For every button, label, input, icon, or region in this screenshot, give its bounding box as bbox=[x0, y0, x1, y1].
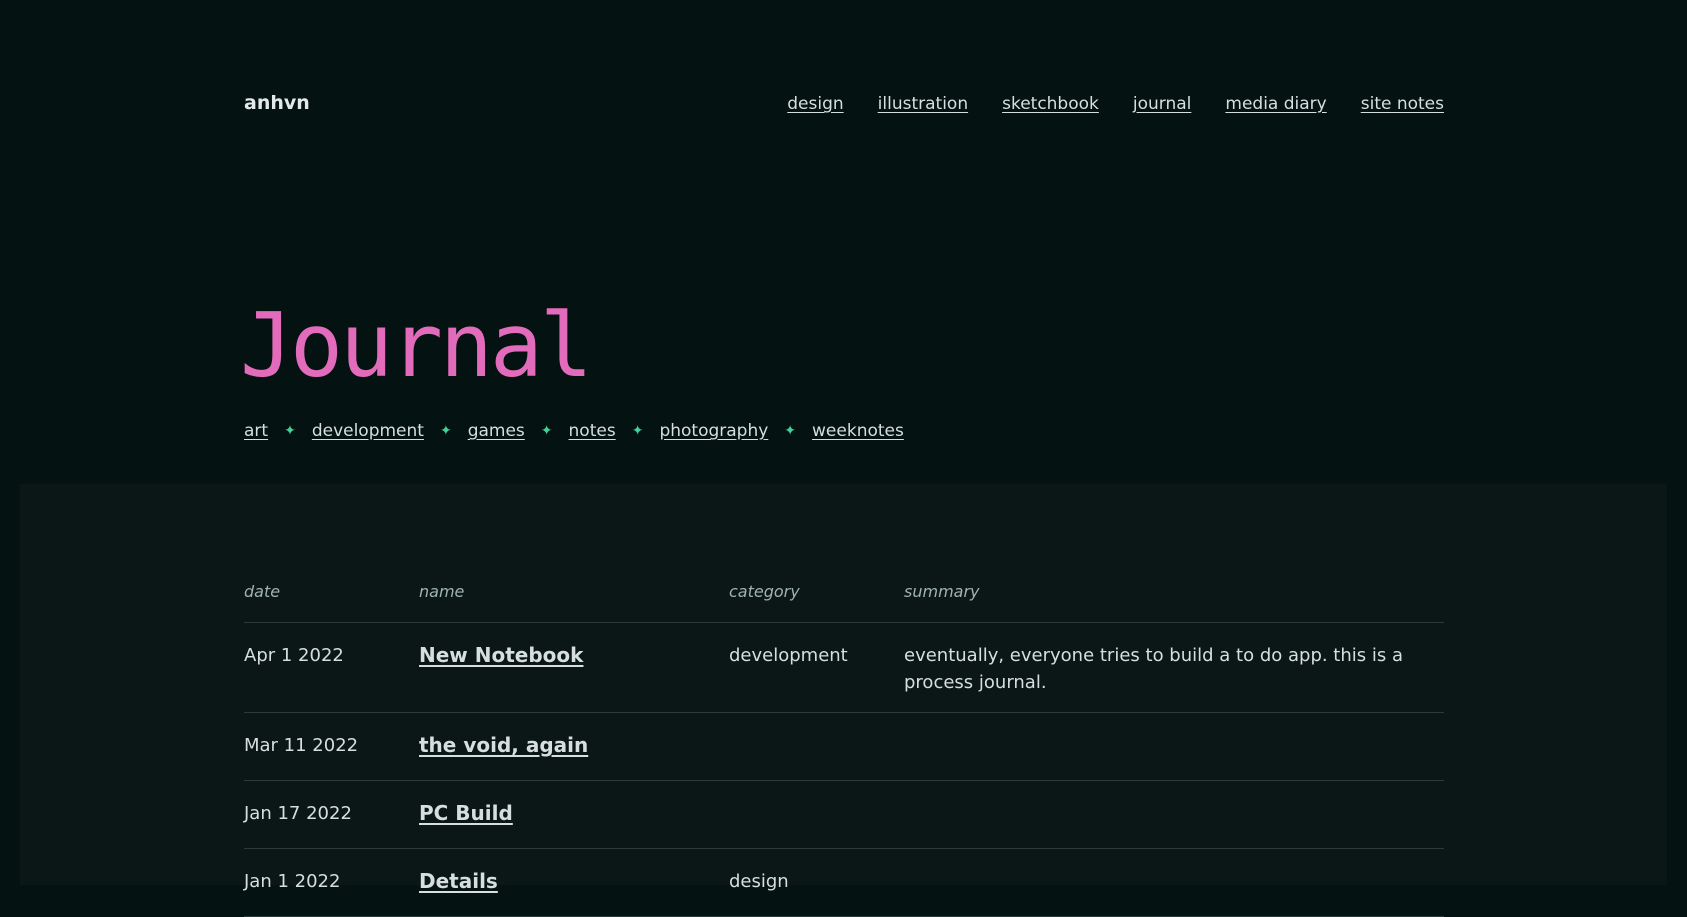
entry-name: New Notebook bbox=[419, 642, 729, 696]
entry-date: Apr 1 2022 bbox=[244, 645, 344, 666]
entry-name: the void, again bbox=[419, 732, 729, 760]
entry-link[interactable]: the void, again bbox=[419, 733, 588, 757]
site-logo[interactable]: anhvn bbox=[244, 92, 310, 114]
table-row: Jan 1 2022 Details design bbox=[244, 849, 1444, 917]
site-header: anhvn design illustration sketchbook jou… bbox=[244, 92, 1444, 118]
entry-summary bbox=[904, 868, 1444, 896]
nav-link-media-diary[interactable]: media diary bbox=[1225, 94, 1326, 114]
entry-link[interactable]: Details bbox=[419, 869, 498, 893]
sparkle-separator-icon: ✦ bbox=[631, 423, 644, 439]
table-header: date name category summary bbox=[244, 582, 1444, 623]
sparkle-separator-icon: ✦ bbox=[284, 423, 296, 439]
tag-art[interactable]: art bbox=[244, 421, 268, 441]
entry-link[interactable]: New Notebook bbox=[419, 643, 583, 667]
entry-summary: eventually, everyone tries to build a to… bbox=[904, 645, 1404, 693]
entry-category bbox=[729, 732, 904, 760]
column-header-category: category bbox=[729, 582, 800, 601]
tag-games[interactable]: games bbox=[468, 421, 525, 441]
entry-category bbox=[729, 800, 904, 828]
sparkle-separator-icon: ✦ bbox=[784, 423, 797, 439]
column-header-date: date bbox=[244, 582, 281, 601]
tag-development[interactable]: development bbox=[312, 421, 424, 441]
category-tags: art ✦ development ✦ games ✦ notes ✦ phot… bbox=[244, 421, 904, 441]
table-row: Jan 17 2022 PC Build bbox=[244, 781, 1444, 849]
entry-date: Jan 1 2022 bbox=[244, 871, 341, 892]
sparkle-separator-icon: ✦ bbox=[540, 423, 553, 439]
tag-weeknotes[interactable]: weeknotes bbox=[812, 421, 904, 441]
entry-link[interactable]: PC Build bbox=[419, 801, 513, 825]
entry-category: design bbox=[729, 871, 789, 892]
entry-date: Mar 11 2022 bbox=[244, 735, 359, 756]
entry-date: Jan 17 2022 bbox=[244, 803, 352, 824]
column-header-name: name bbox=[419, 582, 465, 601]
nav-link-journal[interactable]: journal bbox=[1133, 94, 1192, 114]
journal-table: date name category summary Apr 1 2022 Ne… bbox=[244, 582, 1444, 917]
nav-link-sketchbook[interactable]: sketchbook bbox=[1002, 94, 1099, 114]
nav-link-site-notes[interactable]: site notes bbox=[1361, 94, 1444, 114]
page-title: Journal bbox=[240, 294, 593, 397]
column-header-summary: summary bbox=[904, 582, 980, 601]
main-nav: design illustration sketchbook journal m… bbox=[787, 94, 1444, 114]
entry-name: Details bbox=[419, 868, 729, 896]
sparkle-separator-icon: ✦ bbox=[439, 423, 452, 439]
table-row: Mar 11 2022 the void, again bbox=[244, 713, 1444, 781]
table-row: Apr 1 2022 New Notebook development even… bbox=[244, 623, 1444, 713]
tag-notes[interactable]: notes bbox=[569, 421, 616, 441]
nav-link-illustration[interactable]: illustration bbox=[878, 94, 968, 114]
tag-photography[interactable]: photography bbox=[659, 421, 768, 441]
entry-name: PC Build bbox=[419, 800, 729, 828]
nav-link-design[interactable]: design bbox=[787, 94, 843, 114]
journal-panel: date name category summary Apr 1 2022 Ne… bbox=[20, 484, 1667, 917]
entry-category: development bbox=[729, 645, 848, 666]
entry-summary bbox=[904, 732, 1444, 760]
entry-summary bbox=[904, 800, 1444, 828]
